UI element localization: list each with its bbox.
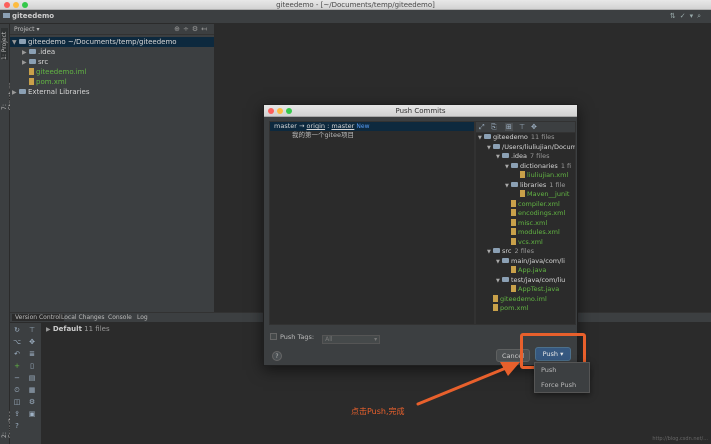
watermark: http://blog.csdn.net/... (652, 436, 708, 442)
annotation-text: 点击Push,完成 (351, 407, 405, 416)
annotation-arrow (416, 362, 520, 406)
